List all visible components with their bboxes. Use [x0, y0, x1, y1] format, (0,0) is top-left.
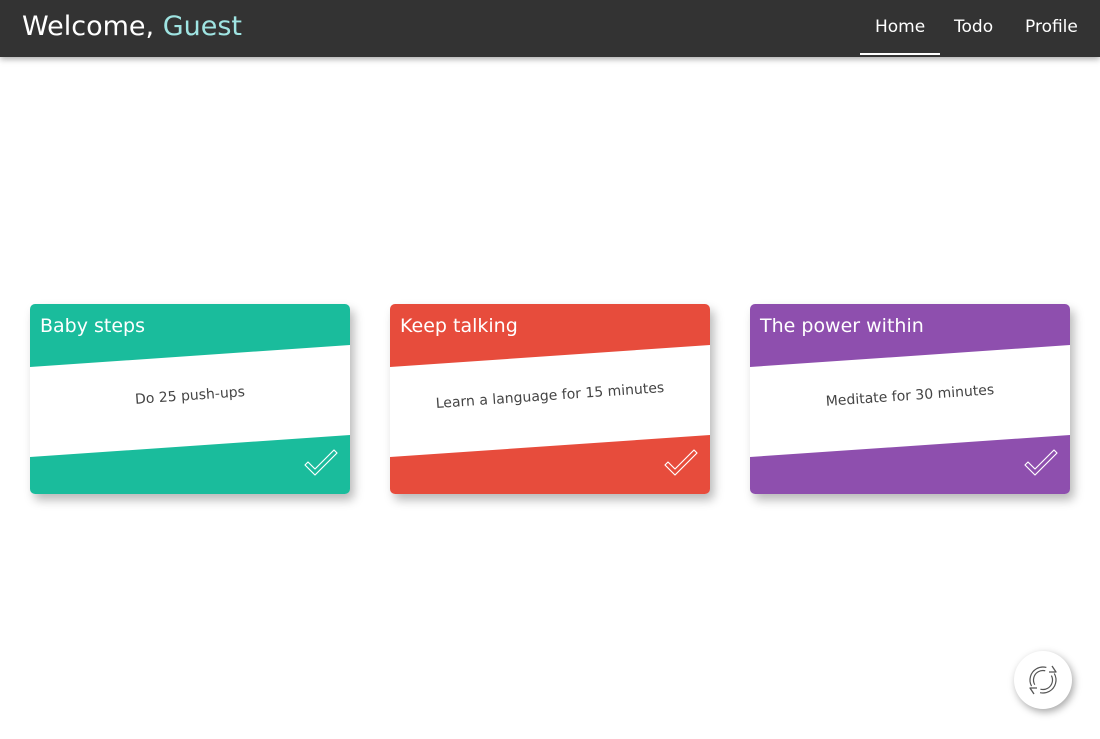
- todo-card[interactable]: Baby steps Do 25 push-ups: [30, 304, 350, 494]
- nav-profile-link[interactable]: Profile: [1025, 16, 1078, 38]
- checkmark-icon[interactable]: [662, 448, 700, 480]
- active-nav-indicator: [860, 53, 940, 55]
- card-title: Keep talking: [400, 315, 518, 337]
- card-title: Baby steps: [40, 315, 146, 337]
- welcome-prefix: Welcome,: [22, 11, 155, 42]
- card-title: The power within: [760, 315, 924, 337]
- user-name: Guest: [162, 11, 242, 42]
- nav-home-link[interactable]: Home: [875, 16, 925, 38]
- refresh-icon: [1029, 665, 1057, 695]
- top-navbar: Welcome, Guest Home Todo Profile: [0, 0, 1100, 57]
- checkmark-icon[interactable]: [1022, 448, 1060, 480]
- welcome-heading: Welcome, Guest: [22, 10, 242, 44]
- nav-todo-link[interactable]: Todo: [954, 16, 993, 38]
- checkmark-icon[interactable]: [302, 448, 340, 480]
- refresh-button[interactable]: [1014, 651, 1072, 709]
- todo-card[interactable]: The power within Meditate for 30 minutes: [750, 304, 1070, 494]
- todo-card[interactable]: Keep talking Learn a language for 15 min…: [390, 304, 710, 494]
